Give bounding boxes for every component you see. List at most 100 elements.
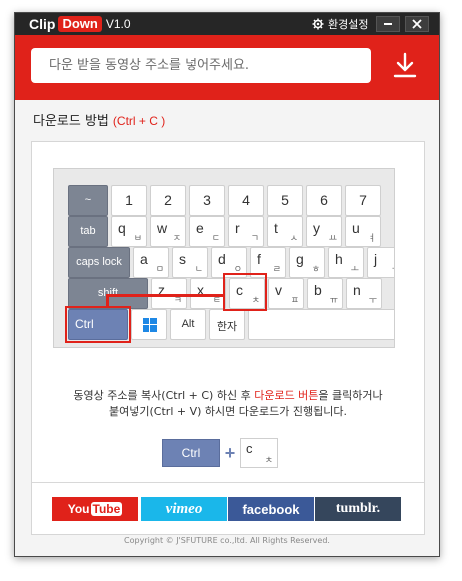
key-tab-label: tab (80, 225, 96, 237)
c-key-highlight (223, 273, 267, 311)
key-7-label: 7 (359, 192, 367, 208)
key-d-label: d (218, 251, 226, 267)
key-f-label: f (257, 251, 261, 267)
key-w: wㅈ (150, 216, 186, 247)
key-h-hangul: ㅗ (350, 264, 359, 274)
combo-c-sub: ㅊ (264, 455, 273, 465)
panel-divider (32, 482, 424, 483)
windows-logo-icon (143, 318, 157, 332)
key-j-hangul: ㅓ (390, 262, 394, 275)
key-hanja-label: 한자 (216, 321, 238, 333)
shortcut-combo: Ctrl + c ㅊ (162, 438, 278, 468)
howto-heading: 다운로드 방법 (Ctrl + C ) (33, 110, 165, 129)
key-r-hangul: ㄱ (250, 233, 259, 243)
instruction-line-2: 붙여넣기(Ctrl + V) 하시면 다운로드가 진행됩니다. (109, 405, 347, 418)
title-bar[interactable]: Clip Down V1.0 환경설정 (15, 13, 439, 35)
combo-ctrl-key: Ctrl (162, 439, 220, 467)
logo-down-text: Down (58, 16, 102, 32)
key-n: nㅜ (346, 278, 382, 309)
instruction-line-1-start: 동영상 주소를 복사(Ctrl + C) 하신 후 (73, 389, 255, 402)
instruction-panel: ~1 2 3 4 5 6 7 tab q ㅂ w ㅈ e ㄷ r ㄱ t ㅅ y ㅛ u ㅕ caps lock a ㅁ s ㄴ d ㅇ… (31, 141, 425, 535)
key-4-label: 4 (242, 192, 250, 208)
key-y-label: y (313, 220, 320, 236)
key-1: 1 (111, 185, 147, 216)
copyright-text: Copyright © J'SFUTURE co.,ltd. All Right… (124, 536, 330, 545)
minimize-button[interactable] (376, 16, 400, 32)
key-q-label: q (118, 220, 126, 236)
app-version: V1.0 (105, 17, 131, 31)
key-y: yㅛ (306, 216, 342, 247)
key-b-label: b (314, 282, 322, 298)
key-alt-label: Alt (181, 318, 195, 330)
key-y-hangul: ㅛ (328, 233, 337, 243)
key-b: bㅠ (307, 278, 343, 309)
app-window: Clip Down V1.0 환경설정 다운 받을 동영상 주소를 넣어주세요.… (14, 12, 440, 557)
youtube-logo-tube: Tube (90, 502, 123, 516)
key-q: qㅂ (111, 216, 147, 247)
key-2-label: 2 (164, 192, 172, 208)
key-a: aㅁ (133, 247, 169, 278)
youtube-button[interactable]: You Tube (52, 497, 138, 521)
key-a-hangul: ㅁ (155, 264, 164, 274)
key-space (248, 309, 394, 340)
instruction-line-1-end: 을 클릭하거나 (318, 389, 383, 402)
key-s-label: s (179, 251, 186, 267)
instruction-text: 동영상 주소를 복사(Ctrl + C) 하신 후 다운로드 버튼을 클릭하거나… (32, 388, 424, 420)
key-g: gㅎ (289, 247, 325, 278)
key-5: 5 (267, 185, 303, 216)
keyboard-illustration: ~1 2 3 4 5 6 7 tab q ㅂ w ㅈ e ㄷ r ㄱ t ㅅ y ㅛ u ㅕ caps lock a ㅁ s ㄴ d ㅇ… (53, 168, 395, 348)
close-icon (412, 19, 422, 29)
key-w-label: w (157, 220, 168, 236)
download-icon[interactable] (390, 51, 420, 81)
vimeo-logo: vimeo (165, 500, 203, 517)
instruction-line-1: 동영상 주소를 복사(Ctrl + C) 하신 후 다운로드 버튼을 클릭하거나 (32, 388, 424, 404)
key-tilde-label: ~ (84, 194, 92, 206)
howto-hint: (Ctrl + C ) (112, 114, 166, 128)
key-u-label: u (352, 220, 360, 236)
video-url-input[interactable] (31, 48, 371, 83)
tumblr-button[interactable]: tumblr. (315, 497, 401, 521)
key-tilde: ~ (68, 185, 108, 216)
facebook-button[interactable]: facebook (228, 497, 314, 521)
key-e: eㄷ (189, 216, 225, 247)
key-g-hangul: ㅎ (311, 264, 320, 274)
key-tab: tab (68, 216, 108, 247)
key-7: 7 (345, 185, 381, 216)
key-t-hangul: ㅅ (289, 233, 298, 243)
combo-c-main: c (246, 441, 253, 456)
key-w-hangul: ㅈ (172, 233, 181, 243)
key-n-label: n (353, 282, 361, 298)
settings-button[interactable]: 환경설정 (312, 16, 368, 32)
combo-c-key: c ㅊ (240, 438, 278, 468)
key-j-label: j (374, 251, 378, 267)
instruction-download-button-ref: 다운로드 버튼 (254, 389, 319, 402)
key-alt: Alt (170, 309, 206, 340)
key-e-label: e (196, 220, 204, 236)
key-windows (131, 309, 167, 340)
app-logo: Clip Down V1.0 (29, 15, 131, 33)
howto-title: 다운로드 방법 (33, 114, 109, 129)
url-bar (15, 35, 439, 100)
key-caps-lock-label: caps lock (76, 256, 122, 268)
vimeo-button[interactable]: vimeo (141, 497, 227, 521)
key-v-hangul: ㅍ (290, 295, 299, 305)
highlight-connector-across (106, 294, 224, 297)
minimize-icon (384, 23, 392, 25)
key-caps-lock: caps lock (68, 247, 130, 278)
key-5-label: 5 (281, 192, 289, 208)
tumblr-logo: tumblr. (335, 501, 381, 516)
key-6: 6 (306, 185, 342, 216)
key-h: hㅗ (328, 247, 364, 278)
key-2: 2 (150, 185, 186, 216)
combo-plus: + (224, 442, 236, 463)
key-u: uㅕ (345, 216, 381, 247)
gear-icon (312, 18, 324, 30)
facebook-logo: facebook (242, 501, 300, 517)
key-g-label: g (296, 251, 304, 267)
key-e-hangul: ㄷ (211, 233, 220, 243)
key-s: sㄴ (172, 247, 208, 278)
key-v-label: v (275, 282, 282, 298)
close-button[interactable] (405, 16, 429, 32)
key-h-label: h (335, 251, 343, 267)
logo-clip-text: Clip (29, 16, 56, 32)
